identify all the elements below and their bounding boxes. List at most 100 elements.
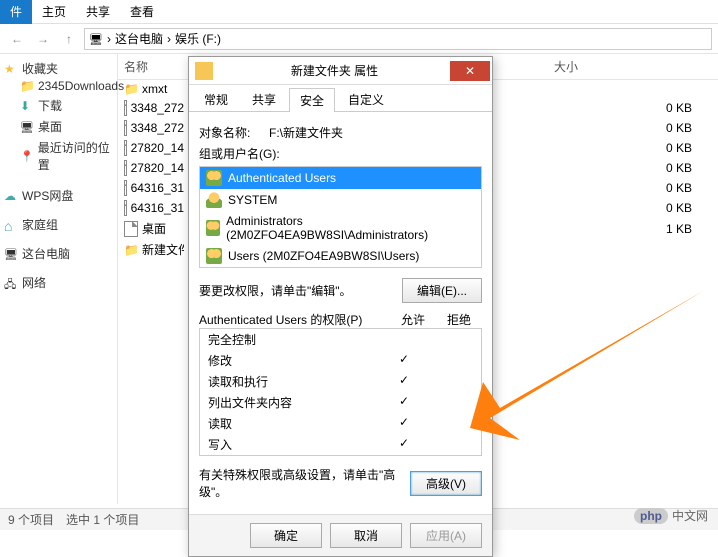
network-icon — [4, 276, 18, 290]
star-icon — [4, 62, 18, 76]
status-selected: 选中 1 个项目 — [66, 511, 139, 528]
file-size: 0 KB — [652, 181, 712, 195]
header-size[interactable]: 大小 — [548, 54, 608, 79]
tab-custom[interactable]: 自定义 — [337, 87, 395, 111]
file-icon — [124, 100, 127, 116]
folder-icon — [124, 82, 138, 96]
file-name: 27820_14 — [131, 161, 184, 175]
dialog-titlebar[interactable]: 新建文件夹 属性 ✕ — [189, 57, 492, 85]
permission-row: 读取✓ — [200, 413, 481, 434]
nav-back-icon[interactable]: ← — [6, 28, 28, 50]
users-icon — [206, 248, 222, 264]
sidebar-favorites[interactable]: 收藏夹 — [4, 60, 113, 77]
dialog-tabs: 常规 共享 安全 自定义 — [189, 85, 492, 112]
download-icon — [20, 99, 34, 113]
file-size: 0 KB — [652, 161, 712, 175]
group-item[interactable]: Users (2M0ZFO4EA9BW8SI\Users) — [200, 245, 481, 267]
sidebar-wps[interactable]: WPS网盘 — [4, 187, 113, 204]
ribbon-tab-home[interactable]: 主页 — [32, 0, 76, 24]
deny-check — [427, 331, 473, 348]
permission-row: 完全控制 — [200, 329, 481, 350]
ribbon-tab-view[interactable]: 查看 — [120, 0, 164, 24]
permission-row: 列出文件夹内容✓ — [200, 392, 481, 413]
ok-button[interactable]: 确定 — [250, 523, 322, 548]
deny-check — [427, 436, 473, 453]
group-item[interactable]: Authenticated Users — [200, 167, 481, 189]
tab-sharing[interactable]: 共享 — [241, 87, 287, 111]
sidebar-homegroup[interactable]: 家庭组 — [4, 216, 113, 233]
desktop-icon — [20, 120, 34, 134]
groups-listbox[interactable]: Authenticated Users SYSTEM Administrator… — [199, 166, 482, 268]
ribbon-tabs: 件 主页 共享 查看 — [0, 0, 718, 24]
cancel-button[interactable]: 取消 — [330, 523, 402, 548]
folder-icon — [124, 243, 138, 257]
deny-check — [427, 352, 473, 369]
permissions-label: Authenticated Users 的权限(P) — [199, 311, 390, 328]
file-icon — [124, 180, 127, 196]
allow-check — [381, 331, 427, 348]
nav-up-icon[interactable]: ↑ — [58, 28, 80, 50]
object-name-value: F:\新建文件夹 — [269, 124, 343, 141]
file-name: 3348_272 — [131, 101, 184, 115]
file-icon — [124, 120, 127, 136]
allow-check: ✓ — [381, 436, 427, 453]
status-count: 9 个项目 — [8, 511, 54, 528]
pc-icon — [4, 247, 18, 261]
group-item[interactable]: Administrators (2M0ZFO4EA9BW8SI\Administ… — [200, 211, 481, 245]
permission-row: 写入✓ — [200, 434, 481, 455]
file-name: 3348_272 — [131, 121, 184, 135]
permissions-list[interactable]: 完全控制修改✓读取和执行✓列出文件夹内容✓读取✓写入✓ — [199, 328, 482, 456]
folder-icon — [195, 62, 213, 80]
file-icon — [124, 200, 127, 216]
sidebar-item-recent[interactable]: 最近访问的位置 — [4, 137, 113, 175]
php-logo: php — [634, 508, 668, 524]
deny-header: 拒绝 — [436, 311, 482, 328]
file-icon — [124, 221, 138, 237]
allow-check: ✓ — [381, 415, 427, 432]
file-size: 0 KB — [652, 201, 712, 215]
file-name: 新建文件夹 — [142, 241, 184, 258]
allow-check: ✓ — [381, 352, 427, 369]
file-size: 0 KB — [652, 141, 712, 155]
permission-name: 写入 — [208, 436, 381, 453]
edit-button[interactable]: 编辑(E)... — [402, 278, 482, 303]
users-icon — [206, 170, 222, 186]
allow-header: 允许 — [390, 311, 436, 328]
homegroup-icon — [4, 218, 18, 232]
ribbon-tab-share[interactable]: 共享 — [76, 0, 120, 24]
sidebar-thispc[interactable]: 这台电脑 — [4, 245, 113, 262]
sidebar-network[interactable]: 网络 — [4, 274, 113, 291]
user-icon — [206, 192, 222, 208]
sidebar-item-2345[interactable]: 2345Downloads — [4, 77, 113, 95]
watermark: php 中文网 — [634, 507, 708, 524]
file-size: 0 KB — [652, 101, 712, 115]
allow-check: ✓ — [381, 373, 427, 390]
permission-row: 读取和执行✓ — [200, 371, 481, 392]
tab-security[interactable]: 安全 — [289, 88, 335, 112]
tab-general[interactable]: 常规 — [193, 87, 239, 111]
pin-icon — [20, 149, 34, 163]
dialog-title: 新建文件夹 属性 — [219, 62, 450, 79]
edit-hint: 要更改权限，请单击"编辑"。 — [199, 282, 402, 299]
file-icon — [124, 160, 127, 176]
file-icon — [124, 140, 127, 156]
sidebar-item-downloads[interactable]: 下载 — [4, 95, 113, 116]
file-name: 27820_14 — [131, 141, 184, 155]
file-name: 桌面 — [142, 220, 166, 237]
permission-name: 列出文件夹内容 — [208, 394, 381, 411]
group-item[interactable]: SYSTEM — [200, 189, 481, 211]
users-icon — [206, 220, 220, 236]
breadcrumb-pc[interactable]: 这台电脑 — [115, 30, 163, 47]
watermark-text: 中文网 — [672, 507, 708, 524]
sidebar-item-desktop[interactable]: 桌面 — [4, 116, 113, 137]
advanced-button[interactable]: 高级(V) — [410, 471, 482, 496]
allow-check: ✓ — [381, 394, 427, 411]
properties-dialog: 新建文件夹 属性 ✕ 常规 共享 安全 自定义 对象名称: F:\新建文件夹 组… — [188, 56, 493, 557]
permission-name: 修改 — [208, 352, 381, 369]
ribbon-tab-file[interactable]: 件 — [0, 0, 32, 24]
breadcrumb[interactable]: › 这台电脑 › 娱乐 (F:) — [84, 28, 712, 50]
apply-button[interactable]: 应用(A) — [410, 523, 482, 548]
breadcrumb-drive[interactable]: 娱乐 (F:) — [175, 30, 221, 47]
file-size: 0 KB — [652, 121, 712, 135]
close-button[interactable]: ✕ — [450, 61, 490, 81]
